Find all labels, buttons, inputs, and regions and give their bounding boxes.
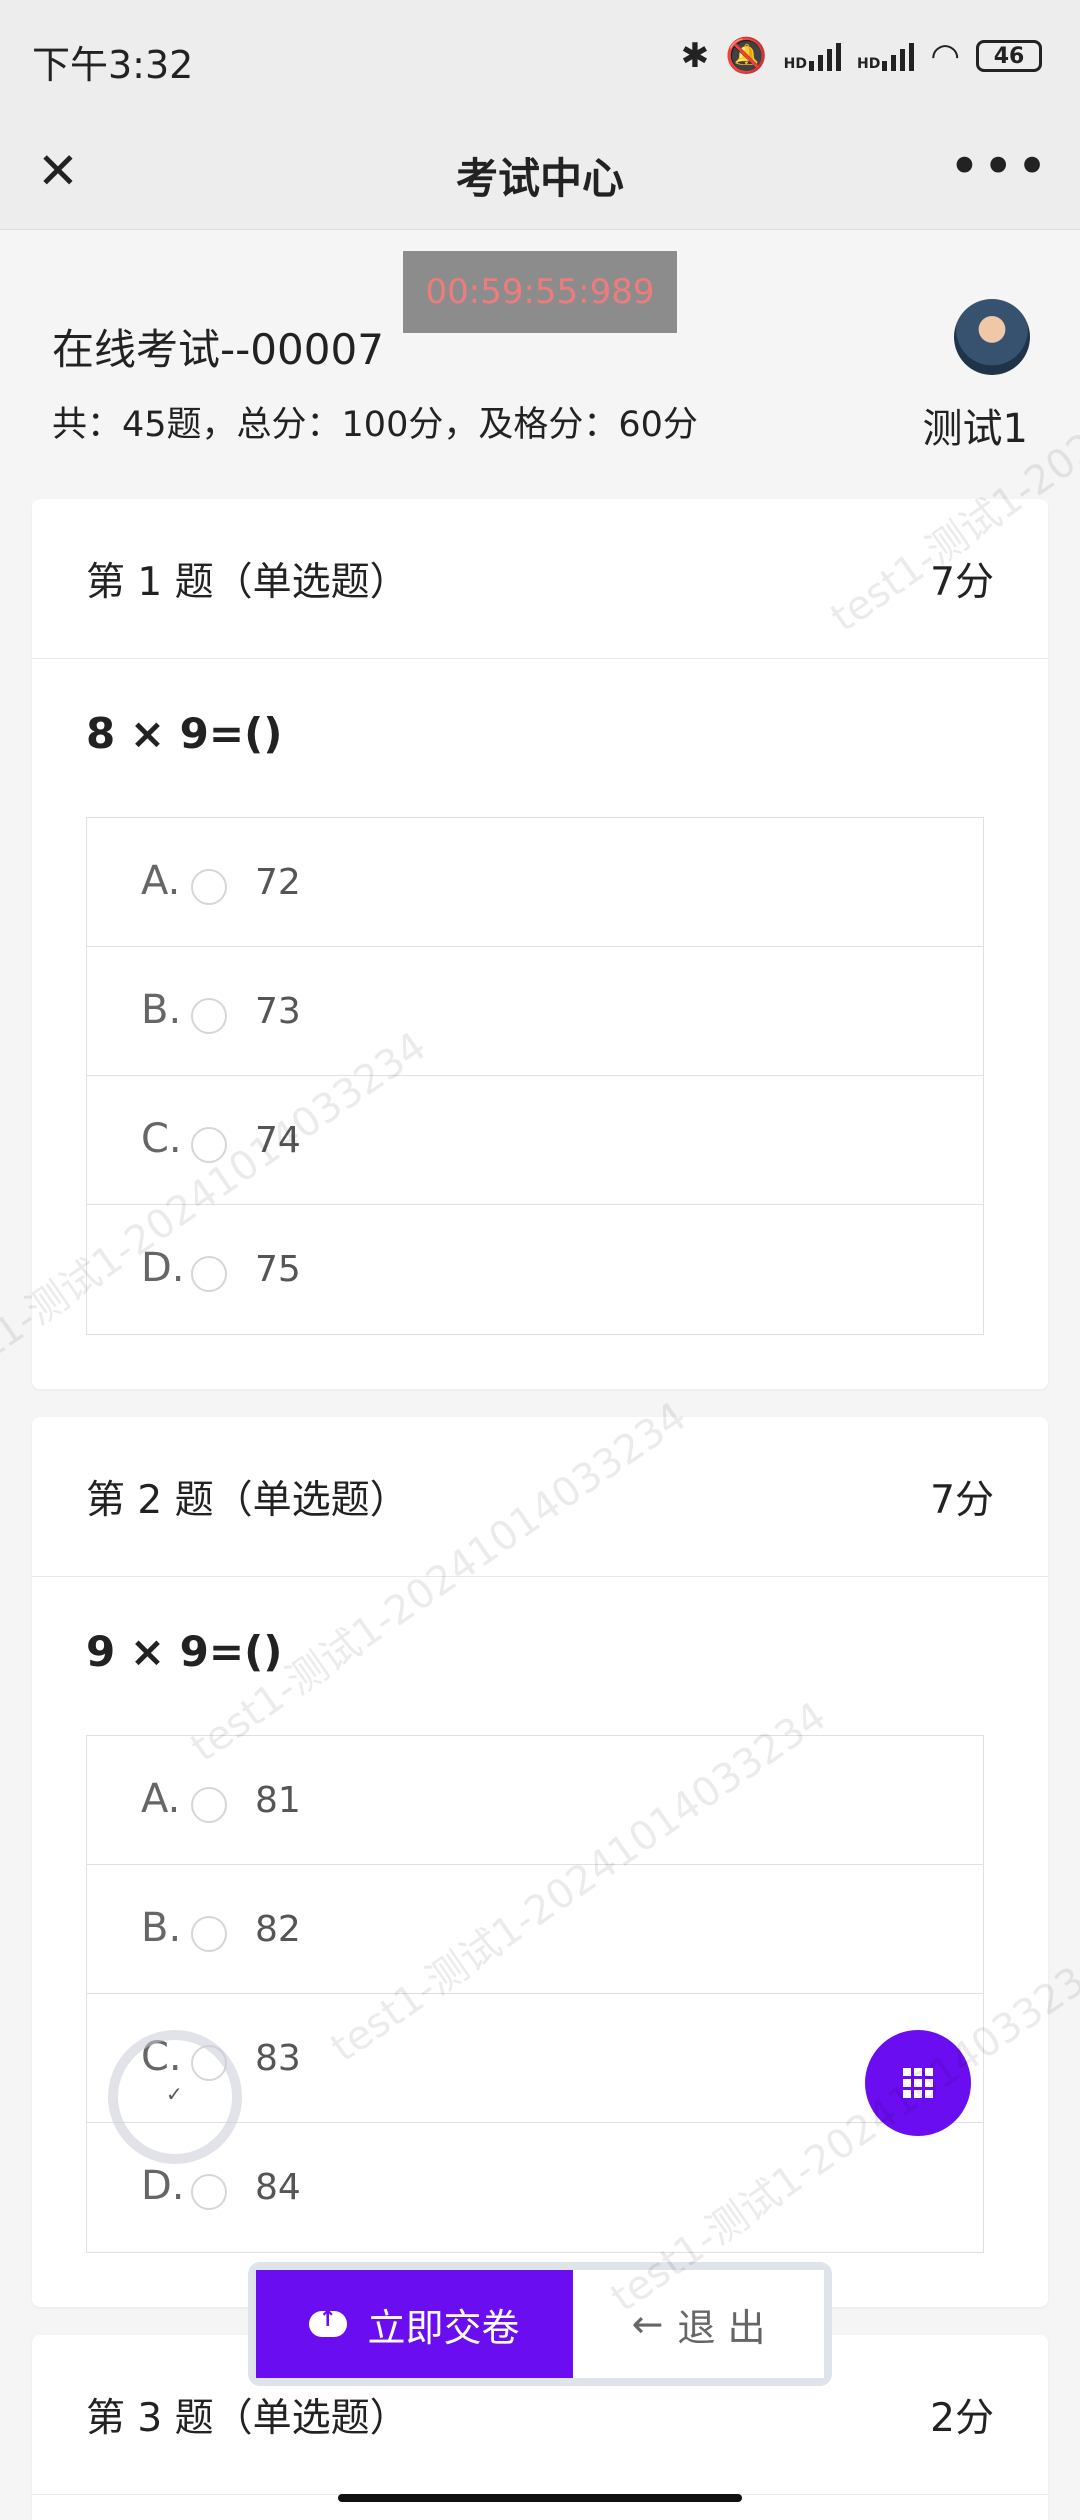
question-card-2: 第 2 题（单选题） 7分 9 × 9=() A. 81 B. 82 C. 83… <box>32 1417 1048 2307</box>
more-icon[interactable]: ••• <box>948 135 1050 198</box>
option-value: 82 <box>255 1909 301 1950</box>
question-card-1: 第 1 题（单选题） 7分 8 × 9=() A. 72 B. 73 C. 74… <box>32 499 1048 1389</box>
radio-button[interactable] <box>191 1787 227 1823</box>
option-letter: C. <box>141 1116 182 1162</box>
radio-button[interactable] <box>191 1127 227 1163</box>
mute-icon: 🔕 <box>725 36 768 76</box>
bottom-action-bar: 立即交卷 ← 退 出 <box>248 2262 832 2386</box>
radio-button[interactable] <box>191 1256 227 1292</box>
option-letter: B. <box>141 987 182 1033</box>
status-bar: 下午3:32 ✱ 🔕 HD HD ◠ 46 <box>0 0 1080 115</box>
question-title: 第 1 题（单选题） <box>86 560 409 605</box>
home-indicator <box>338 2494 742 2502</box>
question-text: 9 × 9=() <box>86 1627 283 1676</box>
option-a[interactable]: A. 81 <box>87 1736 983 1865</box>
status-icons: ✱ 🔕 HD HD ◠ 46 <box>681 36 1042 76</box>
exit-label: 退 出 <box>677 2305 766 2350</box>
upload-cloud-icon <box>309 2307 348 2337</box>
avatar[interactable] <box>954 299 1030 375</box>
status-time: 下午3:32 <box>32 43 194 87</box>
option-letter: B. <box>141 1905 182 1951</box>
question-score: 7分 <box>930 1478 994 1523</box>
option-value: 81 <box>255 1780 301 1821</box>
battery-icon: 46 <box>976 40 1042 72</box>
signal-icon-1: HD <box>784 41 841 71</box>
option-d[interactable]: D. 75 <box>87 1205 983 1334</box>
exit-button[interactable]: ← 退 出 <box>573 2270 824 2378</box>
options-list: A. 72 B. 73 C. 74 D. 75 <box>86 817 984 1335</box>
signal-icon-2: HD <box>856 41 915 72</box>
question-text: 8 × 9=() <box>86 709 283 758</box>
grid-icon <box>903 2068 933 2098</box>
question-title: 第 3 题（单选题） <box>86 2396 409 2441</box>
options-list: A. 81 B. 82 C. 83 D. 84 <box>86 1735 984 2253</box>
option-value: 74 <box>255 1120 301 1161</box>
question-header: 第 2 题（单选题） 7分 <box>32 1417 1048 1577</box>
question-header: 第 1 题（单选题） 7分 <box>32 499 1048 659</box>
countdown-timer: 00:59:55:989 <box>403 251 677 333</box>
question-score: 7分 <box>930 560 994 605</box>
exam-info: 共：45题，总分：100分，及格分：60分 <box>52 405 698 445</box>
option-value: 75 <box>255 1249 301 1290</box>
submit-button[interactable]: 立即交卷 <box>256 2270 573 2378</box>
option-c[interactable]: C. 74 <box>87 1076 983 1205</box>
exam-header: 00:59:55:989 在线考试--00007 共：45题，总分：100分，及… <box>0 231 1080 499</box>
option-value: 84 <box>255 2167 301 2208</box>
option-letter: A. <box>141 858 181 904</box>
option-value: 73 <box>255 991 301 1032</box>
back-arrow-icon: ← <box>631 2302 664 2346</box>
option-letter: D. <box>141 1245 185 1291</box>
page-title: 考试中心 <box>455 154 624 203</box>
question-score: 2分 <box>930 2396 994 2441</box>
option-b[interactable]: B. 82 <box>87 1865 983 1994</box>
wifi-icon: ◠ <box>930 36 960 76</box>
bluetooth-icon: ✱ <box>680 36 710 76</box>
option-value: 72 <box>255 862 301 903</box>
hd-label-2: HD <box>856 56 881 72</box>
question-title: 第 2 题（单选题） <box>86 1478 409 1523</box>
radio-button[interactable] <box>191 869 227 905</box>
nav-bar: ✕ 考试中心 ••• <box>0 115 1080 230</box>
radio-button[interactable] <box>191 2174 227 2210</box>
exam-name: 在线考试--00007 <box>52 325 384 374</box>
option-a[interactable]: A. 72 <box>87 818 983 947</box>
check-icon: ✓ <box>166 2082 183 2106</box>
option-letter: D. <box>141 2163 185 2209</box>
option-value: 83 <box>255 2038 301 2079</box>
answer-sheet-button[interactable] <box>865 2030 971 2136</box>
radio-button[interactable] <box>191 1916 227 1952</box>
option-b[interactable]: B. 73 <box>87 947 983 1076</box>
submit-label: 立即交卷 <box>367 2305 520 2350</box>
radio-button[interactable] <box>191 998 227 1034</box>
user-name: 测试1 <box>922 406 1028 452</box>
hd-label-1: HD <box>783 56 807 72</box>
option-letter: A. <box>141 1776 181 1822</box>
